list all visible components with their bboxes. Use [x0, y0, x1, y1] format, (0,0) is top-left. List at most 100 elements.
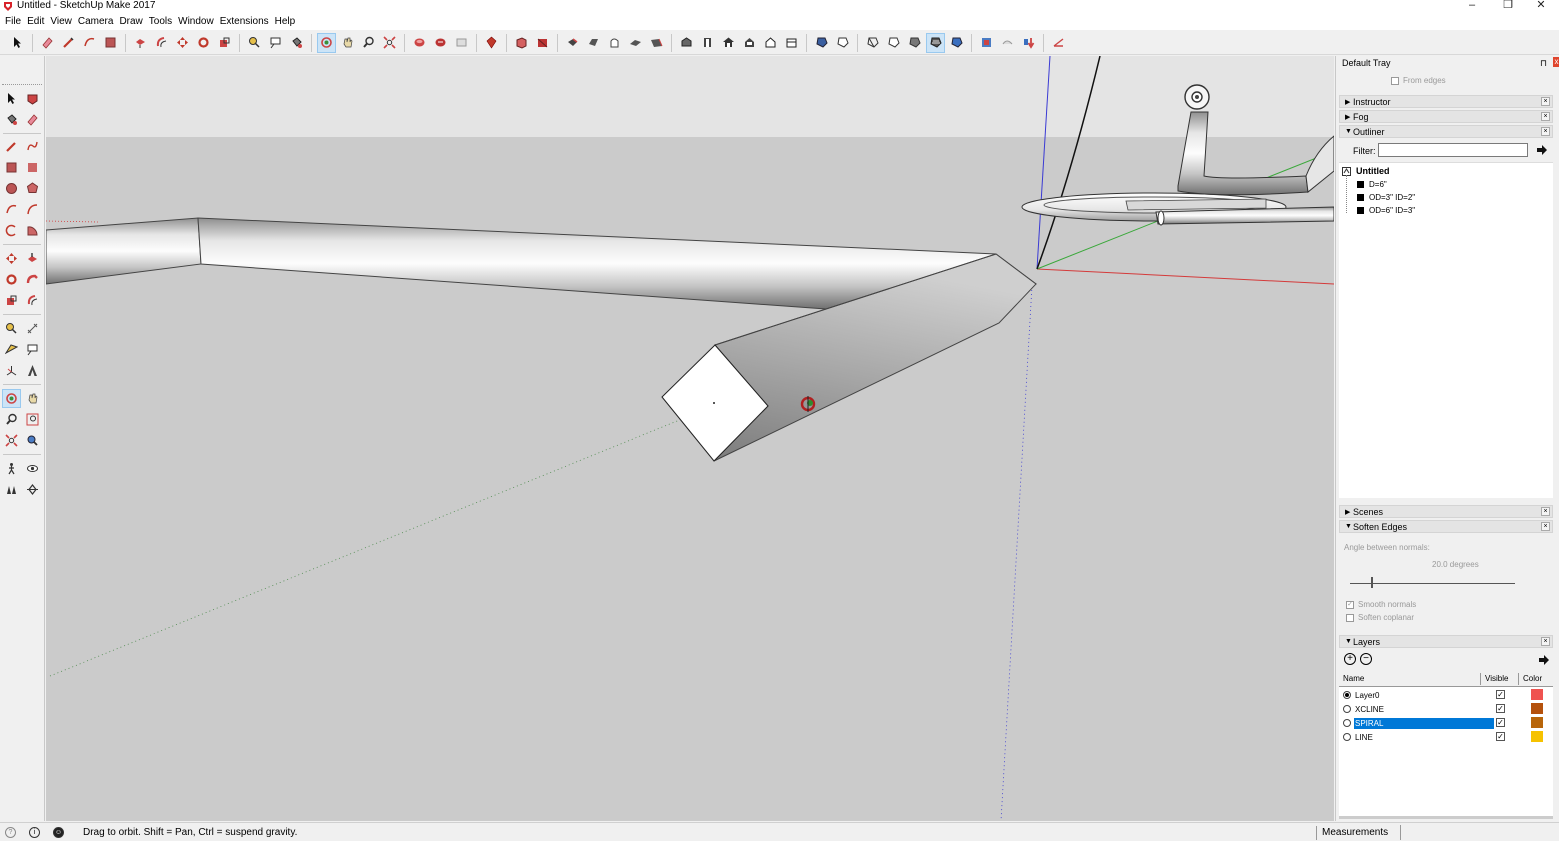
menu-extensions[interactable]: Extensions — [217, 15, 272, 29]
panel-close-icon[interactable]: × — [1541, 127, 1550, 136]
freehand-icon[interactable] — [23, 137, 42, 156]
shaded-icon[interactable] — [863, 33, 882, 53]
iso-view-icon[interactable] — [647, 33, 666, 53]
remove-layer-icon[interactable]: − — [1360, 653, 1372, 665]
xray-icon[interactable] — [782, 33, 801, 53]
menu-camera[interactable]: Camera — [75, 15, 117, 29]
layer-name[interactable]: XCLINE — [1354, 704, 1385, 715]
polygon-icon[interactable] — [23, 179, 42, 198]
two-point-arc-icon[interactable] — [23, 200, 42, 219]
layers-column-name[interactable]: Name — [1339, 673, 1481, 685]
layer-name[interactable]: SPIRAL — [1354, 718, 1494, 729]
rotate-icon[interactable] — [2, 270, 21, 289]
credits-icon[interactable]: i — [29, 827, 40, 838]
right-view-icon[interactable] — [719, 33, 738, 53]
orbit-icon[interactable] — [317, 32, 336, 53]
box-icon[interactable] — [512, 33, 531, 53]
layer-visible-checkbox[interactable]: ✓ — [1496, 690, 1505, 699]
section-plane-icon[interactable] — [926, 32, 945, 53]
measurements-input[interactable] — [1400, 825, 1557, 840]
solid-trim-icon[interactable] — [605, 33, 624, 53]
push-pull-icon[interactable] — [131, 33, 150, 53]
zoom-window-icon[interactable] — [23, 410, 42, 429]
top-view-icon[interactable] — [677, 33, 696, 53]
add-layer-icon[interactable]: + — [1344, 653, 1356, 665]
layout-icon[interactable] — [452, 33, 471, 53]
layer-row[interactable]: LINE ✓ — [1339, 731, 1553, 744]
panel-close-icon[interactable]: × — [1541, 97, 1550, 106]
front-view-icon[interactable] — [698, 33, 717, 53]
solid-subtract-icon[interactable] — [584, 33, 603, 53]
measure-angle-icon[interactable] — [1049, 33, 1068, 53]
previous-view-icon[interactable] — [23, 431, 42, 450]
position-camera-icon[interactable] — [2, 480, 21, 499]
tray-scrollbar[interactable] — [1339, 816, 1553, 819]
layers-column-color[interactable]: Color — [1519, 673, 1553, 685]
panel-close-icon[interactable]: × — [1541, 507, 1550, 516]
look-around-icon[interactable] — [23, 459, 42, 478]
layer-color-swatch[interactable] — [1531, 717, 1543, 728]
outliner-filter-input[interactable] — [1378, 143, 1528, 157]
move-icon[interactable] — [173, 33, 192, 53]
paint-bucket-icon[interactable] — [2, 110, 21, 129]
menu-draw[interactable]: Draw — [116, 15, 145, 29]
geolocation-icon[interactable]: ? — [5, 827, 16, 838]
outliner-item[interactable]: OD=6" ID=3" — [1357, 206, 1415, 215]
paint-bucket-icon[interactable] — [287, 33, 306, 53]
close-button[interactable]: ✕ — [1523, 0, 1559, 14]
tray-close-button[interactable]: x — [1553, 57, 1559, 67]
smooth-normals-checkbox[interactable]: ✓ — [1346, 600, 1354, 609]
maximize-button[interactable]: ❐ — [1490, 0, 1526, 14]
push-pull-icon[interactable] — [23, 249, 42, 268]
monochrome-icon[interactable] — [905, 33, 924, 53]
menu-file[interactable]: File — [2, 15, 24, 29]
section-plane-icon[interactable] — [23, 480, 42, 499]
dimension-icon[interactable] — [23, 319, 42, 338]
active-layer-radio[interactable] — [1343, 691, 1351, 699]
active-layer-radio[interactable] — [1343, 705, 1351, 713]
layer-row[interactable]: XCLINE ✓ — [1339, 703, 1553, 716]
wireframe-icon[interactable] — [812, 33, 831, 53]
rotate-icon[interactable] — [194, 33, 213, 53]
left-view-icon[interactable] — [761, 33, 780, 53]
active-layer-radio[interactable] — [1343, 733, 1351, 741]
section-fill-icon[interactable] — [977, 33, 996, 53]
layer-visible-checkbox[interactable]: ✓ — [1496, 718, 1505, 727]
modeling-viewport[interactable] — [46, 56, 1334, 821]
tray-pin-icon[interactable]: ⊓ — [1540, 58, 1547, 69]
pan-icon[interactable] — [23, 389, 42, 408]
cone-icon[interactable] — [533, 33, 552, 53]
layers-column-visible[interactable]: Visible — [1481, 673, 1519, 685]
walk-icon[interactable] — [2, 459, 21, 478]
back-view-icon[interactable] — [740, 33, 759, 53]
layer-color-swatch[interactable] — [1531, 703, 1543, 714]
move-icon[interactable] — [2, 249, 21, 268]
menu-tools[interactable]: Tools — [146, 15, 175, 29]
pie-icon[interactable] — [23, 221, 42, 240]
protractor-icon[interactable] — [2, 340, 21, 359]
tape-measure-icon[interactable] — [2, 319, 21, 338]
three-point-arc-icon[interactable] — [2, 221, 21, 240]
select-icon[interactable] — [2, 89, 21, 108]
from-edges-checkbox[interactable] — [1391, 76, 1399, 85]
layer-name[interactable]: LINE — [1354, 732, 1374, 743]
arc-icon[interactable] — [80, 33, 99, 53]
rectangle-icon[interactable] — [2, 158, 21, 177]
tape-measure-icon[interactable] — [245, 33, 264, 53]
sign-in-icon[interactable]: ☺ — [53, 827, 64, 838]
layer-row[interactable]: SPIRAL ✓ — [1339, 717, 1553, 730]
eraser-icon[interactable] — [38, 33, 57, 53]
select-arrow-icon[interactable] — [8, 33, 27, 53]
eraser-icon[interactable] — [23, 110, 42, 129]
outliner-item[interactable]: D=6" — [1357, 180, 1387, 189]
panel-scenes[interactable]: ▶ Scenes × — [1339, 505, 1553, 518]
download-icon[interactable] — [1019, 33, 1038, 53]
panel-close-icon[interactable]: × — [1541, 522, 1550, 531]
layer-row[interactable]: Layer0 ✓ — [1339, 689, 1553, 702]
outliner-item[interactable]: OD=3" ID=2" — [1357, 193, 1415, 202]
menu-window[interactable]: Window — [175, 15, 217, 29]
text-icon[interactable] — [266, 33, 285, 53]
solid-split-icon[interactable] — [626, 33, 645, 53]
panel-close-icon[interactable]: × — [1541, 112, 1550, 121]
zoom-icon[interactable] — [2, 410, 21, 429]
